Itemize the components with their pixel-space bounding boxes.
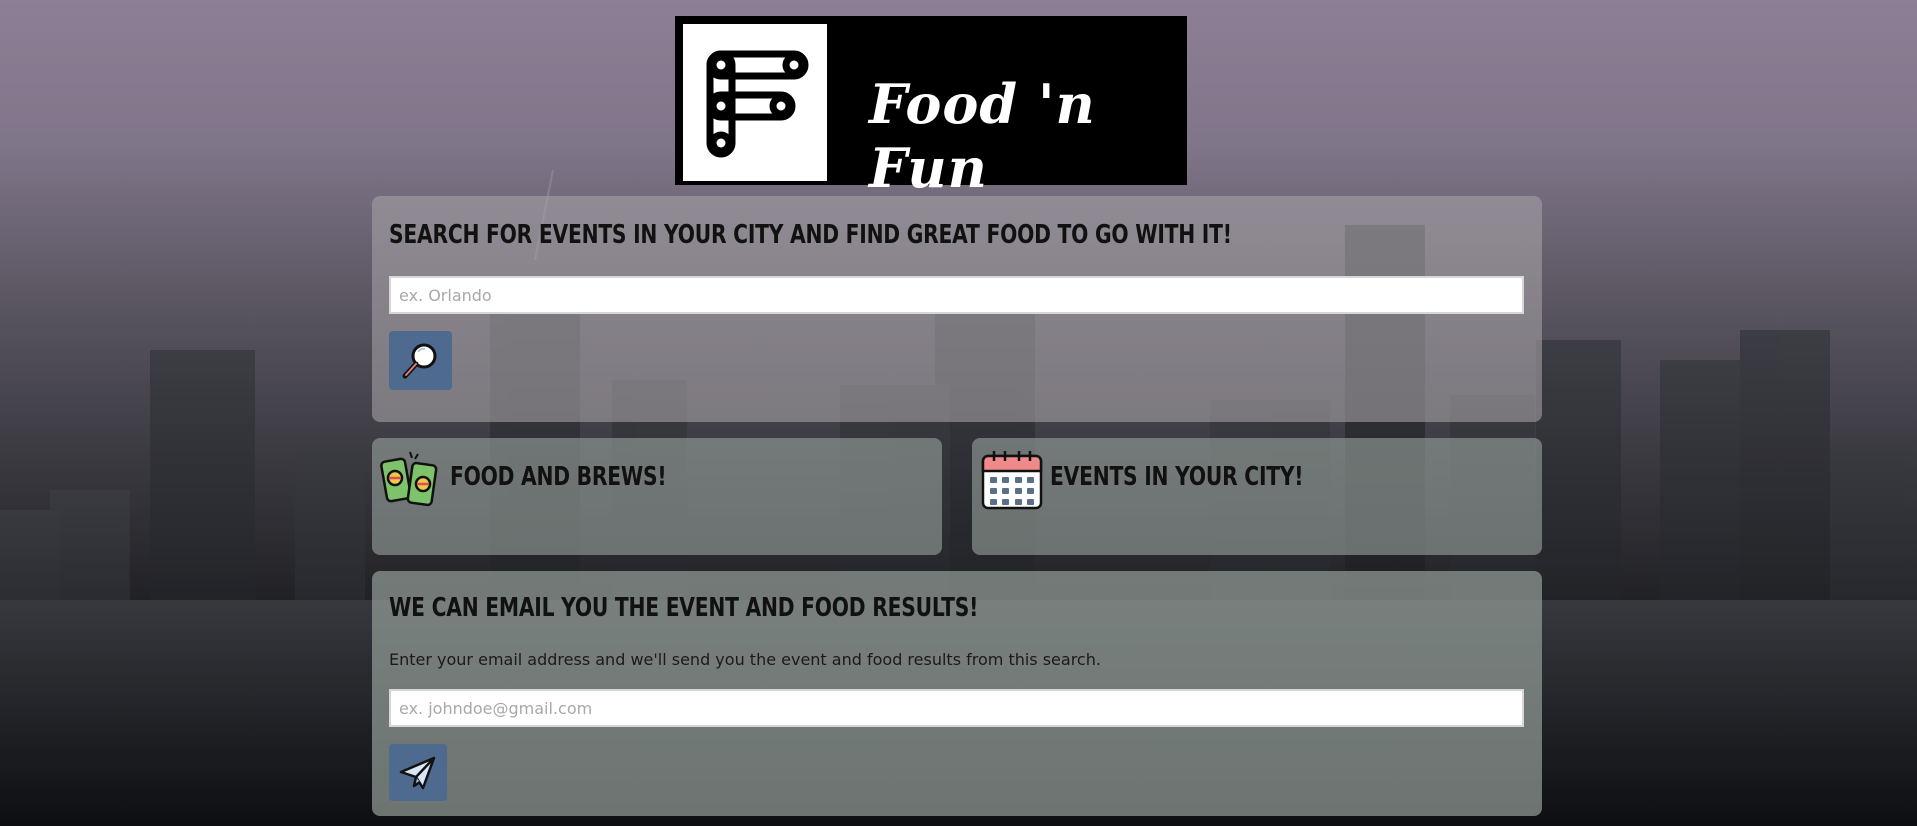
site-logo: Food 'n Fun	[675, 16, 1187, 200]
food-heading: Food and Brews!	[450, 462, 667, 492]
email-panel: We can email you the event and food resu…	[372, 571, 1542, 816]
magnifier-icon	[402, 343, 437, 379]
email-description: Enter your email address and we'll send …	[389, 650, 1101, 669]
search-heading: Search for events in your city and find …	[389, 220, 1232, 250]
send-email-button[interactable]	[389, 744, 447, 801]
email-heading: We can email you the event and food resu…	[389, 593, 979, 623]
email-input[interactable]	[389, 689, 1524, 727]
letter-f-logo-icon	[683, 24, 827, 181]
food-panel: Food and Brews!	[372, 438, 942, 555]
events-heading: Events in your city!	[1050, 462, 1304, 492]
city-search-input[interactable]	[389, 276, 1524, 314]
search-button[interactable]	[389, 331, 452, 390]
beer-cans-icon	[380, 448, 444, 512]
paper-plane-icon	[399, 756, 436, 790]
calendar-icon	[980, 448, 1044, 512]
logo-title: Food 'n Fun	[869, 72, 1096, 200]
search-panel: Search for events in your city and find …	[372, 196, 1542, 422]
events-panel: Events in your city!	[972, 438, 1542, 555]
